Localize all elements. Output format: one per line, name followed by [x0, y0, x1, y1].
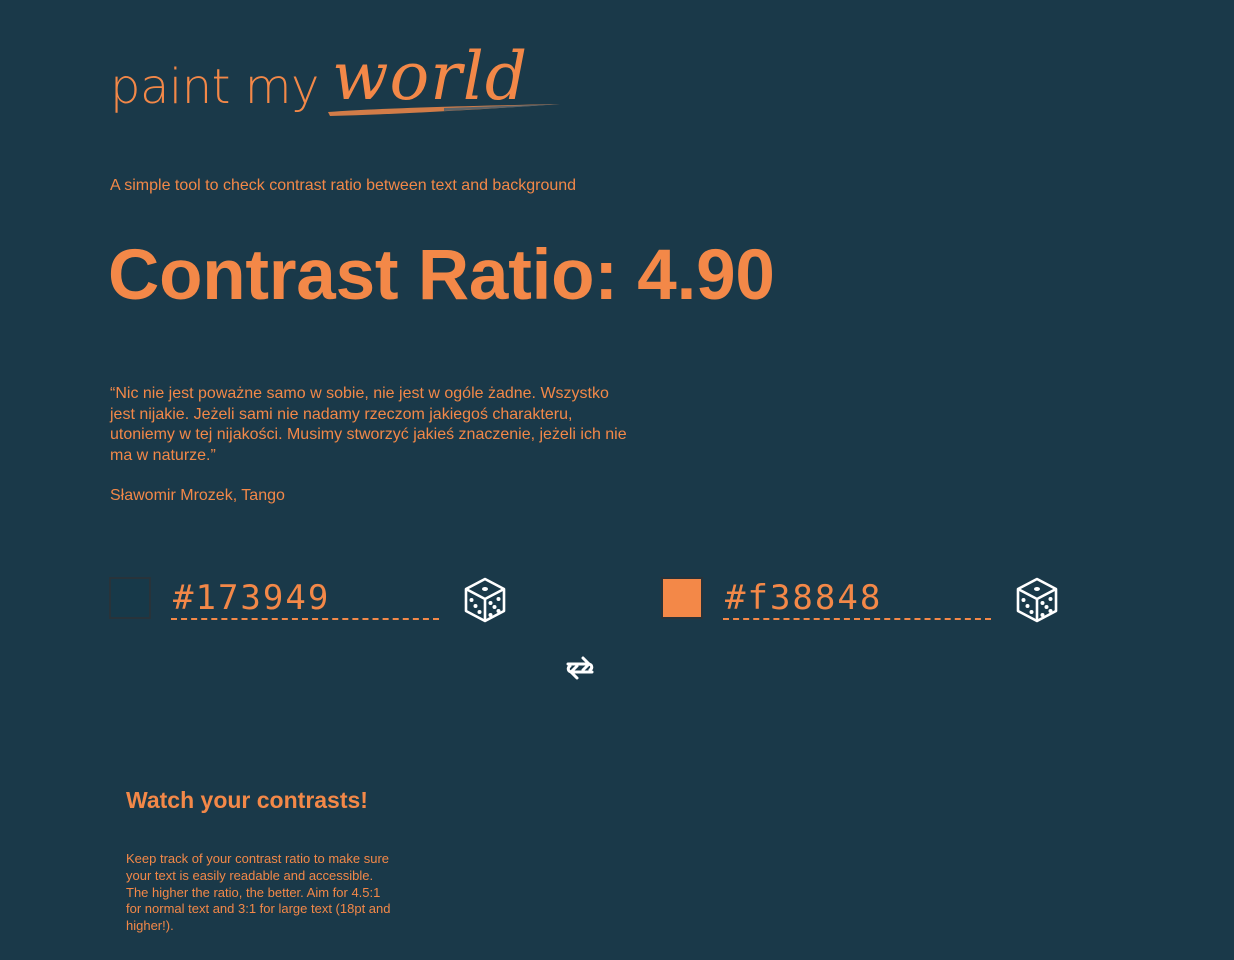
logo-plain-text: paint my: [110, 59, 319, 115]
swap-arrows-icon[interactable]: [562, 652, 598, 684]
contrast-ratio-heading: Contrast Ratio: 4.90: [108, 236, 775, 315]
dice-icon[interactable]: [1015, 576, 1059, 624]
text-color-swatch[interactable]: [661, 577, 703, 619]
logo: paint my world: [110, 38, 570, 128]
tip-body: Keep track of your contrast ratio to mak…: [126, 851, 391, 934]
tip-title: Watch your contrasts!: [126, 787, 368, 813]
logo-script-text: world: [332, 38, 529, 115]
quote-author: Sławomir Mrozek, Tango: [110, 487, 285, 504]
sample-quote: “Nic nie jest poważne samo w sobie, nie …: [110, 385, 627, 464]
subtitle: A simple tool to check contrast ratio be…: [110, 177, 577, 194]
background-color-swatch[interactable]: [109, 577, 151, 619]
background-color-input[interactable]: [171, 578, 439, 620]
text-color-input[interactable]: [723, 578, 991, 620]
dice-icon[interactable]: [463, 576, 507, 624]
